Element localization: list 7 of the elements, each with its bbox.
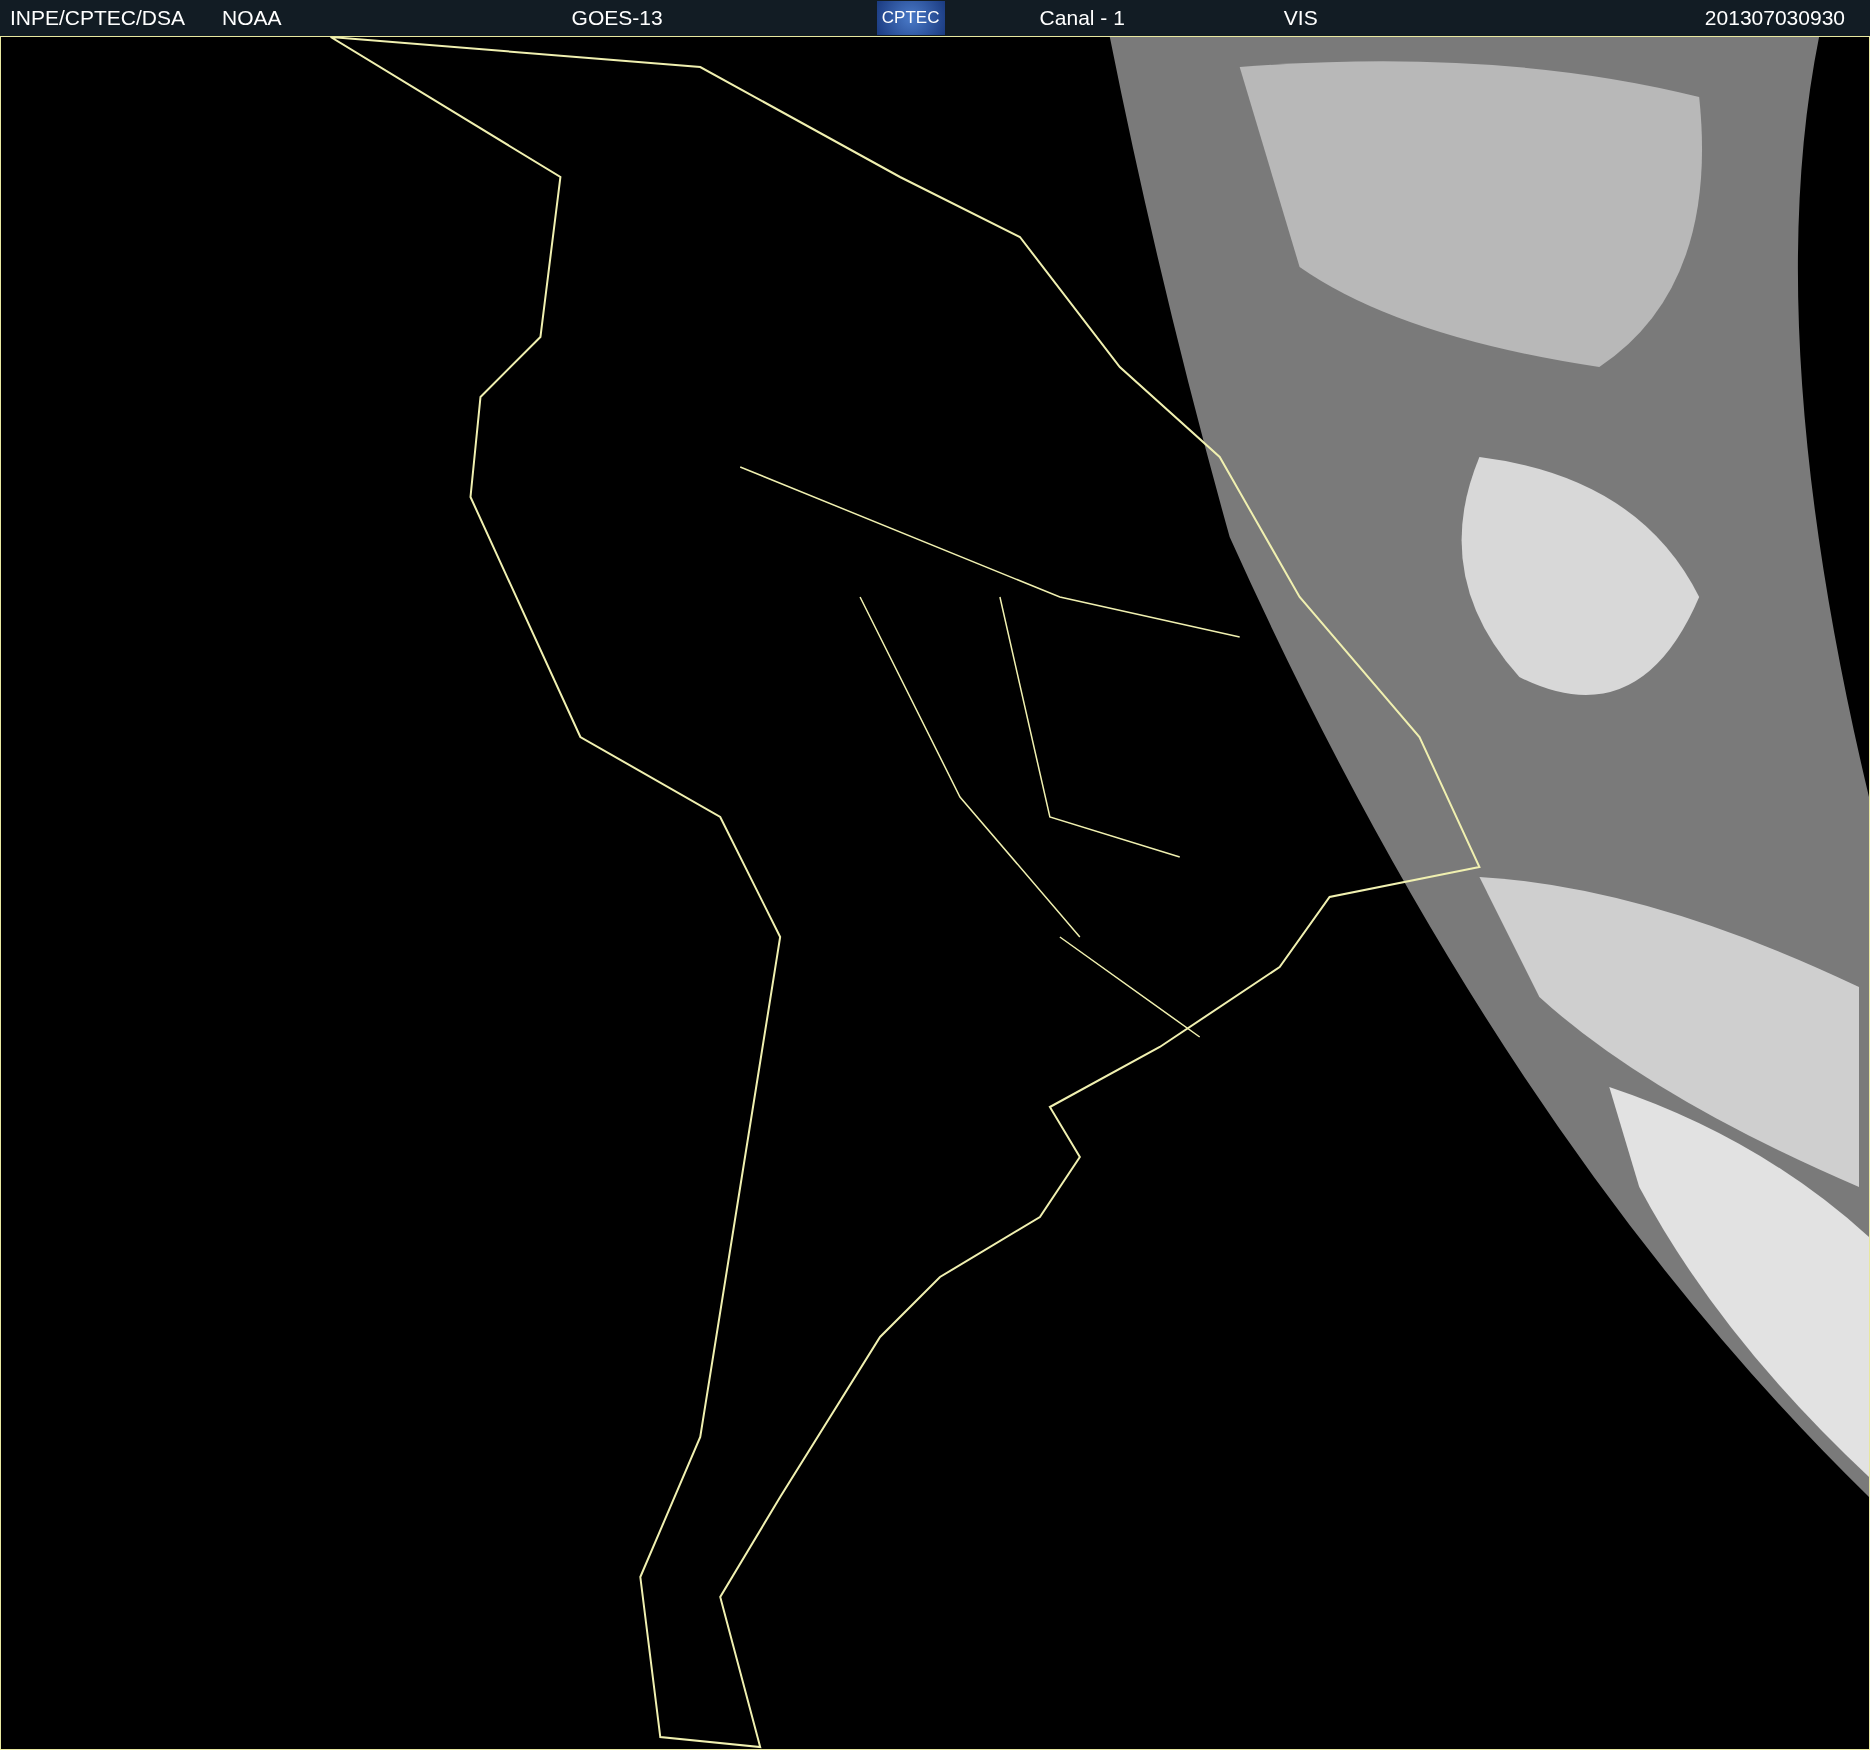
- agency-label: NOAA: [222, 6, 282, 30]
- timestamp-label: 201307030930: [1704, 6, 1845, 30]
- source-label: INPE/CPTEC/DSA: [10, 6, 186, 30]
- logo: CPTEC: [876, 1, 945, 35]
- satellite-label: GOES-13: [571, 6, 663, 30]
- channel-label: Canal - 1: [1039, 6, 1125, 30]
- band-label: VIS: [1283, 6, 1318, 30]
